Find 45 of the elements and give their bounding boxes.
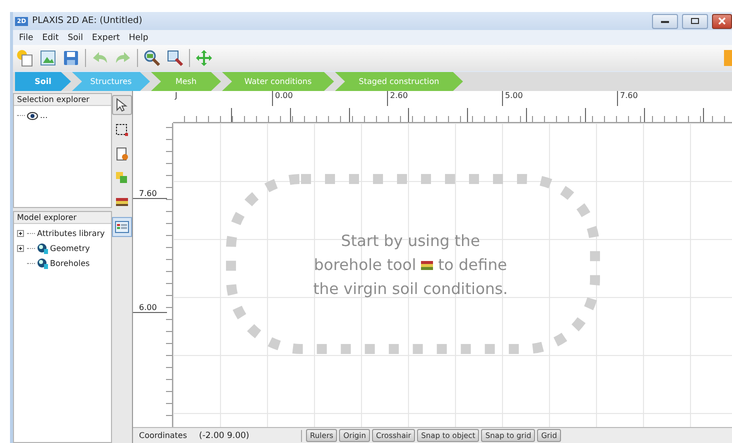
menu-item[interactable]: Help bbox=[128, 32, 148, 42]
menu-item[interactable]: Expert bbox=[92, 32, 120, 42]
zoom-tool-icon[interactable] bbox=[143, 49, 161, 67]
tree-item[interactable]: ... bbox=[40, 111, 48, 120]
hint-text: Start by using the bbox=[341, 232, 480, 250]
expander-icon[interactable] bbox=[17, 230, 25, 237]
pointer-tool[interactable] bbox=[112, 95, 132, 115]
eye-icon bbox=[27, 112, 38, 120]
ruler-label: 0.00 bbox=[272, 91, 387, 106]
ruler-label: J bbox=[174, 91, 178, 102]
new-project-icon[interactable] bbox=[16, 49, 34, 67]
ruler-label: 2.60 bbox=[387, 91, 502, 106]
layered-block-icon bbox=[114, 197, 129, 207]
coordinates-label: Coordinates bbox=[139, 431, 188, 440]
open-icon[interactable] bbox=[39, 49, 57, 67]
table-tool[interactable] bbox=[112, 217, 132, 237]
menu-item[interactable]: File bbox=[19, 32, 34, 42]
hint-text: to define bbox=[438, 256, 508, 274]
coordinates-value: (-2.00 9.00) bbox=[199, 430, 250, 440]
window-title: PLAXIS 2D AE: (Untitled) bbox=[32, 16, 142, 26]
ruler-label: 7.60 bbox=[617, 91, 732, 106]
object-icon bbox=[37, 243, 48, 254]
object-icon bbox=[37, 258, 48, 269]
panel-title: Model explorer bbox=[14, 212, 111, 224]
ruler-label: 5.00 bbox=[502, 91, 617, 106]
minimize-icon bbox=[660, 18, 670, 24]
ruler-label: 6.00 bbox=[133, 303, 167, 313]
panel-title: Selection explorer bbox=[14, 94, 111, 106]
close-button[interactable] bbox=[712, 14, 732, 28]
close-icon bbox=[717, 17, 727, 25]
save-icon[interactable] bbox=[62, 49, 80, 67]
menu-item[interactable]: Edit bbox=[42, 32, 59, 42]
hint-text: borehole tool bbox=[314, 256, 416, 274]
maximize-icon bbox=[690, 17, 700, 25]
minimize-button[interactable] bbox=[652, 14, 678, 28]
menu-item[interactable]: Soil bbox=[68, 32, 84, 42]
tree-item[interactable]: Boreholes bbox=[50, 259, 90, 268]
zoom-out-icon[interactable] bbox=[166, 49, 184, 67]
maximize-button[interactable] bbox=[682, 14, 708, 28]
layered-block-icon bbox=[421, 261, 434, 270]
ruler-label: 7.60 bbox=[133, 189, 167, 199]
hint-text: the virgin soil conditions. bbox=[313, 280, 508, 298]
expander-icon[interactable] bbox=[17, 245, 25, 252]
tree-item[interactable]: Geometry bbox=[50, 244, 90, 253]
tree-item[interactable]: Attributes library bbox=[37, 229, 105, 238]
